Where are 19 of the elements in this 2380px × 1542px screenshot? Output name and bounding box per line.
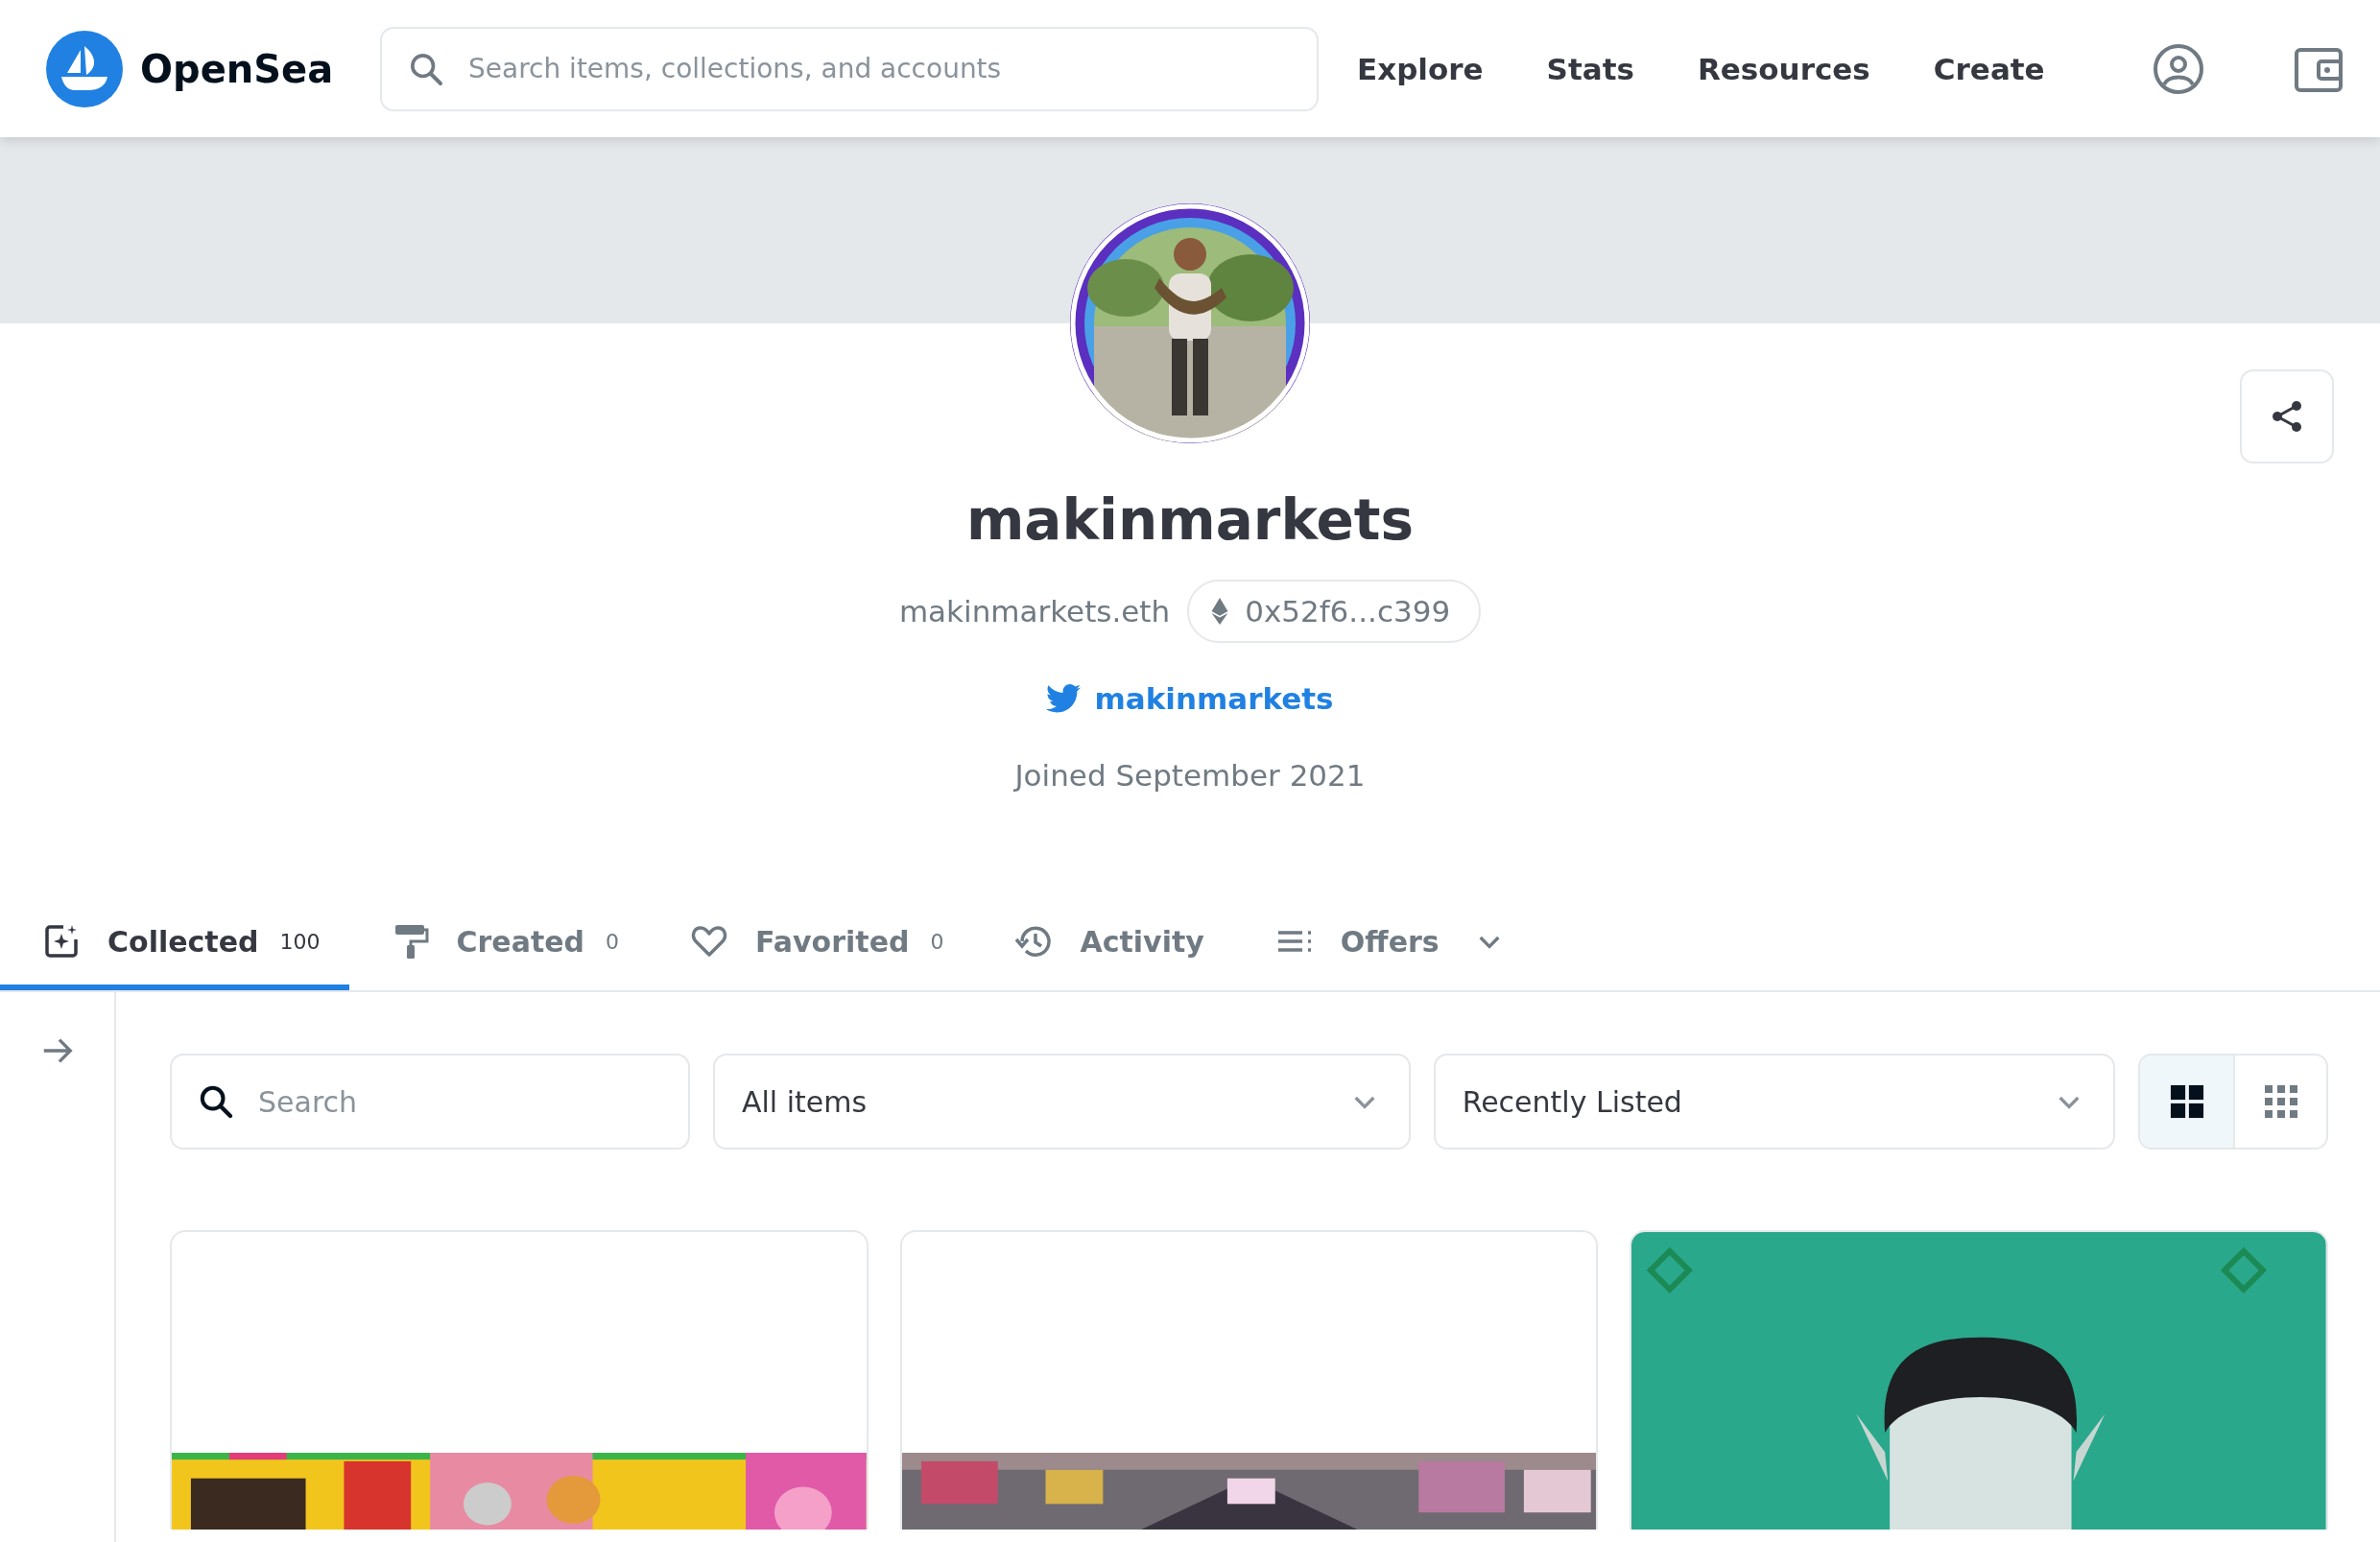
nav-link[interactable]: Stats — [1546, 51, 1634, 86]
profile-tab[interactable]: Created 0 — [348, 898, 649, 990]
search-field[interactable]: Search items, collections, and accounts — [380, 26, 1319, 111]
items-dropdown[interactable]: All items — [712, 1054, 1411, 1150]
search-field[interactable]: Search — [170, 1054, 690, 1150]
nav-link[interactable]: Explore — [1357, 51, 1484, 86]
brand-name[interactable]: OpenSea — [140, 46, 334, 91]
twitter-link[interactable]: makinmarkets — [1046, 681, 1334, 716]
nav-link[interactable]: Resources — [1697, 51, 1870, 86]
profile-name: makinmarkets — [965, 487, 1415, 553]
profile-tab[interactable]: Offers — [1232, 898, 1534, 990]
sort-dropdown[interactable]: Recently Listed — [1433, 1054, 2116, 1150]
address-button[interactable]: 0x52f6...c399 — [1187, 580, 1482, 643]
ens-name: makinmarkets.eth — [898, 594, 1171, 629]
profile-tab[interactable]: Collected 100 — [0, 898, 349, 990]
profile-tab[interactable]: Favorited 0 — [648, 898, 973, 990]
join-date: Joined September 2021 — [1014, 758, 1366, 793]
profile-tab[interactable]: Activity — [972, 898, 1233, 990]
nav-link[interactable]: Create — [1933, 51, 2045, 86]
